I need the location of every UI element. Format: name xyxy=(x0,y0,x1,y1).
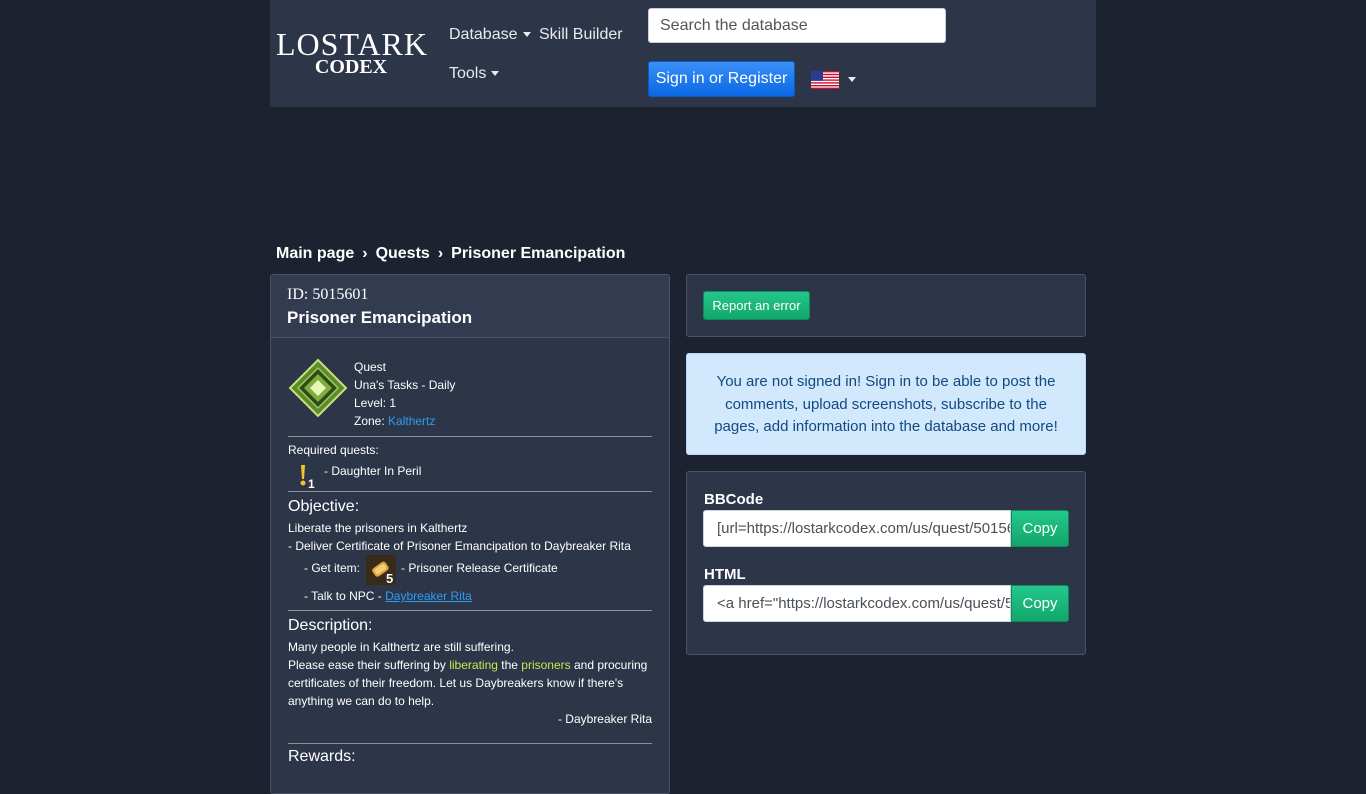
nav-skill-builder[interactable]: Skill Builder xyxy=(539,26,623,44)
required-quests-title: Required quests: xyxy=(288,443,379,457)
description-signature: - Daybreaker Rita xyxy=(557,712,652,726)
npc-link[interactable]: Daybreaker Rita xyxy=(385,589,472,603)
quest-type: Quest xyxy=(354,360,387,374)
copy-bbcode-button[interactable]: Copy xyxy=(1011,510,1069,547)
divider xyxy=(288,743,652,744)
divider xyxy=(288,610,652,611)
quest-meta: Quest Una's Tasks - Daily Level: 1 Zone:… xyxy=(354,358,455,430)
quest-zone: Zone: Kalthertz xyxy=(354,412,455,430)
chevron-down-icon[interactable] xyxy=(848,77,856,82)
bbcode-field[interactable]: [url=https://lostarkcodex.com/us/quest/5… xyxy=(703,510,1011,547)
daily-quest-icon xyxy=(288,358,348,418)
html-field[interactable]: <a href="https://lostarkcodex.com/us/que… xyxy=(703,585,1011,622)
top-navbar: LOSTARK CODEX Database Skill Builder Too… xyxy=(270,0,1096,107)
quest-panel: ID: 5015601 Prisoner Emancipation Quest … xyxy=(270,274,670,794)
get-item-row: - Get item: 5 - Prisoner Release Certifi… xyxy=(288,555,652,587)
quest-title: Prisoner Emancipation xyxy=(287,308,473,327)
breadcrumb-main-page[interactable]: Main page xyxy=(276,245,354,262)
breadcrumb-separator-icon: › xyxy=(362,245,368,262)
quest-category: Una's Tasks - Daily xyxy=(354,378,456,392)
required-quest-row: 1 - Daughter In Peril xyxy=(288,459,652,491)
share-panel: BBCode [url=https://lostarkcodex.com/us/… xyxy=(686,471,1086,655)
desc-text: Please ease their suffering by xyxy=(288,658,450,672)
report-panel: Report an error xyxy=(686,274,1086,337)
desc-highlight-liberating: liberating xyxy=(449,658,498,672)
objective-line1: Liberate the prisoners in Kalthertz xyxy=(288,521,468,535)
talk-npc-label: - Talk to NPC - xyxy=(304,589,382,603)
breadcrumb-separator-icon: › xyxy=(437,245,444,262)
quest-info: Quest Una's Tasks - Daily Level: 1 Zone:… xyxy=(288,338,652,436)
talk-npc-row: - Talk to NPC - Daybreaker Rita xyxy=(288,587,652,605)
search-input[interactable] xyxy=(648,8,946,43)
item-count: 5 xyxy=(386,571,394,586)
bbcode-label: BBCode xyxy=(704,491,764,508)
chevron-down-icon xyxy=(522,32,531,38)
item-name[interactable]: - Prisoner Release Certificate xyxy=(401,561,558,575)
description-paragraph: Please ease their suffering by liberatin… xyxy=(288,656,652,710)
required-quest-name[interactable]: - Daughter In Peril xyxy=(324,464,421,478)
signin-button[interactable]: Sign in or Register xyxy=(648,61,795,97)
report-error-button[interactable]: Report an error xyxy=(703,291,810,320)
html-label: HTML xyxy=(704,566,746,583)
divider xyxy=(288,436,652,437)
get-item-label: - Get item: xyxy=(304,561,361,575)
site-logo[interactable]: LOSTARK CODEX xyxy=(276,28,427,80)
objective-title: Objective: xyxy=(288,498,360,515)
copy-html-button[interactable]: Copy xyxy=(1011,585,1069,622)
required-quest-count: 1 xyxy=(308,477,315,491)
desc-text: the xyxy=(497,658,522,672)
description-title: Description: xyxy=(288,617,373,634)
nav-tools-label: Tools xyxy=(449,65,487,82)
us-flag-icon[interactable] xyxy=(811,71,839,89)
divider xyxy=(288,491,652,492)
signin-notice: You are not signed in! Sign in to be abl… xyxy=(686,353,1086,455)
quest-body: Quest Una's Tasks - Daily Level: 1 Zone:… xyxy=(271,338,669,766)
quest-id: ID: 5015601 xyxy=(287,286,369,303)
breadcrumb-quests[interactable]: Quests xyxy=(376,245,430,262)
nav-database-label: Database xyxy=(449,26,518,43)
desc-highlight-prisoners: prisoners xyxy=(521,658,571,672)
chevron-down-icon xyxy=(491,71,500,77)
objective-line2: - Deliver Certificate of Prisoner Emanci… xyxy=(288,539,631,553)
description-line1: Many people in Kalthertz are still suffe… xyxy=(288,640,514,654)
exclamation-icon xyxy=(300,465,306,486)
nav-database-dropdown[interactable]: Database xyxy=(449,26,531,44)
rewards-title: Rewards: xyxy=(288,748,356,765)
breadcrumb: Main page › Quests › Prisoner Emancipation xyxy=(276,245,625,263)
nav-tools-dropdown[interactable]: Tools xyxy=(449,65,500,83)
quest-level: Level: 1 xyxy=(354,396,397,410)
zone-label: Zone: xyxy=(354,414,389,428)
zone-link[interactable]: Kalthertz xyxy=(388,414,435,428)
breadcrumb-current: Prisoner Emancipation xyxy=(451,245,626,262)
quest-panel-header: ID: 5015601 Prisoner Emancipation xyxy=(271,275,669,338)
